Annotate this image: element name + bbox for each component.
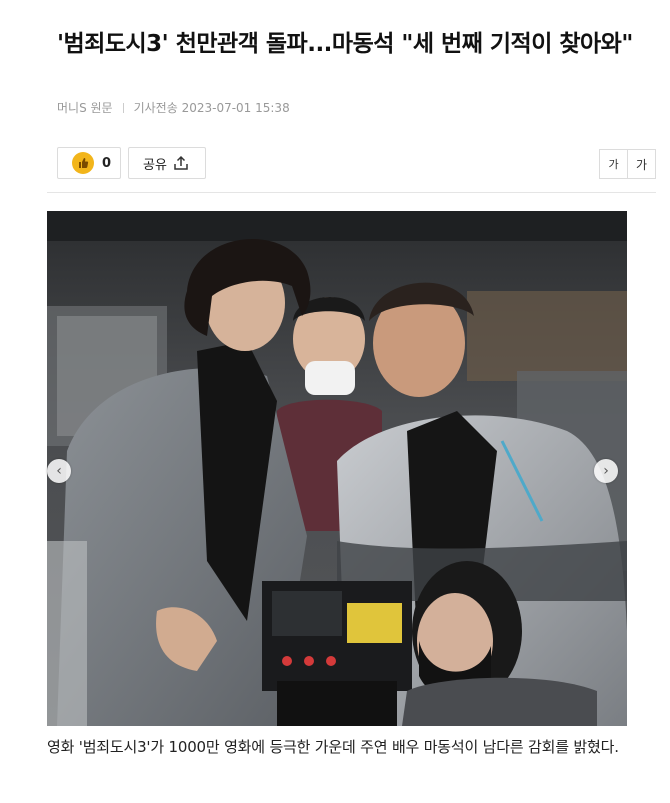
chevron-right-icon: › <box>603 463 609 479</box>
photo-prev-button[interactable]: ‹ <box>47 459 71 483</box>
toolbar-divider <box>47 192 656 193</box>
photo-next-button[interactable]: › <box>594 459 618 483</box>
source-link[interactable]: 머니S 원문 <box>57 99 113 116</box>
font-size-controls: 가 가 <box>599 149 656 179</box>
share-button[interactable]: 공유 <box>128 147 206 179</box>
like-button[interactable]: 0 <box>57 147 121 179</box>
article-photo <box>47 211 627 726</box>
article-headline: '범죄도시3' 천만관객 돌파...마동석 "세 번째 기적이 찾아와" <box>57 31 633 57</box>
publish-date: 기사전송 2023-07-01 15:38 <box>133 101 290 115</box>
chevron-left-icon: ‹ <box>56 463 62 479</box>
like-count: 0 <box>102 155 112 171</box>
article-meta: 머니S 원문 기사전송 2023-07-01 15:38 <box>57 99 290 116</box>
share-label: 공유 <box>143 157 167 173</box>
meta-divider <box>122 102 124 113</box>
article-body: 영화 '범죄도시3'가 1000만 영화에 등극한 가운데 주연 배우 마동석이… <box>47 738 619 756</box>
thumbs-up-icon <box>72 152 94 174</box>
font-increase-button[interactable]: 가 <box>627 150 655 178</box>
share-icon <box>174 155 188 170</box>
font-decrease-button[interactable]: 가 <box>600 150 627 178</box>
